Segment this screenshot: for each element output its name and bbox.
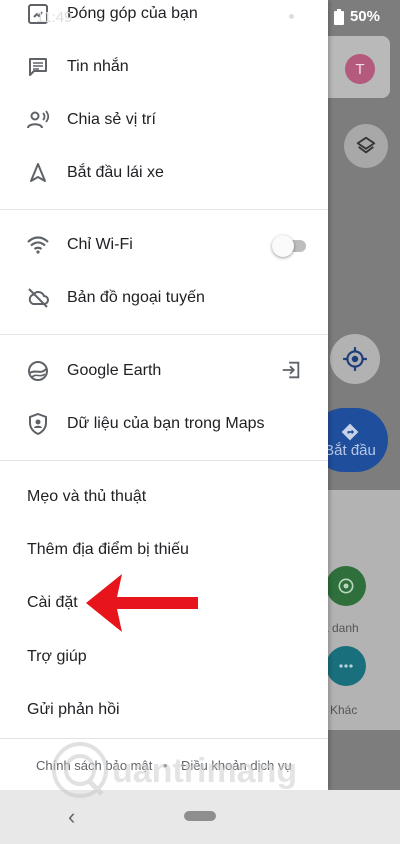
wifi-icon	[27, 236, 49, 254]
drawer-item-start-driving[interactable]: Bắt đầu lái xe	[0, 149, 328, 197]
status-right-group: 50%	[288, 8, 380, 25]
system-nav-bar: ‹	[0, 790, 400, 844]
battery-level: 50%	[349, 8, 380, 25]
directions-icon	[341, 423, 359, 440]
drawer-item-feedback[interactable]: Gửi phản hồi	[0, 686, 328, 734]
drawer-item-label: Cài đặt	[27, 594, 78, 611]
drawer-item-google-earth[interactable]: Google Earth	[0, 347, 328, 395]
more-label: Khác	[330, 703, 358, 717]
drawer-item-location-sharing[interactable]: Chia sẻ vị trí	[0, 96, 328, 144]
divider	[0, 460, 328, 461]
avatar[interactable]: T	[345, 54, 375, 84]
back-icon[interactable]: ‹	[68, 804, 75, 830]
divider	[0, 738, 328, 739]
toggle-thumb	[272, 235, 294, 257]
divider	[0, 334, 328, 335]
battery-icon	[333, 8, 344, 25]
divider	[0, 209, 328, 210]
drawer-item-tips[interactable]: Mẹo và thủ thuật	[0, 473, 328, 521]
wifi-signal-icon	[310, 10, 328, 23]
drawer-item-label: Thêm địa điểm bị thiếu	[27, 541, 189, 558]
more-icon	[339, 664, 353, 668]
drawer-item-offline-maps[interactable]: Bản đồ ngoại tuyến	[0, 274, 328, 322]
message-icon	[29, 58, 47, 76]
drawer-item-label: Tin nhắn	[67, 58, 129, 75]
my-location-button[interactable]	[330, 334, 380, 384]
drawer-item-messages[interactable]: Tin nhắn	[0, 43, 328, 91]
shield-person-icon	[29, 412, 47, 436]
drawer-footer: Chính sách bảo mật • Điều khoản dịch vụ	[0, 740, 328, 790]
location-share-icon	[27, 110, 50, 129]
annotation-arrow	[86, 574, 198, 632]
footer-separator: •	[163, 758, 168, 773]
home-pill[interactable]	[184, 811, 216, 821]
drawer-item-wifi-only[interactable]: Chỉ Wi-Fi	[0, 221, 328, 269]
terms-of-service-link[interactable]: Điều khoản dịch vụ	[181, 758, 292, 773]
status-time: 11:49	[36, 9, 73, 26]
start-button-label: Bắt đầu	[324, 441, 376, 459]
more-button[interactable]	[326, 646, 366, 686]
layers-icon	[356, 136, 376, 154]
landmark-button[interactable]	[326, 566, 366, 606]
drawer-item-label: Bản đồ ngoại tuyến	[67, 289, 205, 306]
drawer-item-your-data[interactable]: Dữ liệu của bạn trong Maps	[0, 400, 328, 448]
navigation-icon	[30, 163, 46, 182]
notification-dot-icon	[288, 14, 294, 19]
drawer-item-label: Chia sẻ vị trí	[67, 111, 156, 128]
wifi-only-toggle[interactable]	[272, 235, 308, 257]
navigation-drawer: Đóng góp của bạn Tin nhắn Chia sẻ vị trí…	[0, 0, 328, 790]
drawer-item-label: Bắt đầu lái xe	[67, 164, 164, 181]
drawer-item-label: Dữ liệu của bạn trong Maps	[67, 415, 265, 432]
my-location-icon	[343, 347, 367, 371]
offline-maps-icon	[28, 288, 49, 308]
landmark-icon	[338, 578, 354, 594]
open-external-icon	[282, 361, 300, 379]
privacy-policy-link[interactable]: Chính sách bảo mật	[36, 758, 152, 773]
drawer-item-label: Mẹo và thủ thuật	[27, 488, 147, 505]
status-bar: 11:49 50%	[0, 0, 400, 34]
google-earth-icon	[28, 361, 48, 381]
drawer-item-label: Chỉ Wi-Fi	[67, 236, 133, 253]
layers-button[interactable]	[344, 124, 388, 168]
drawer-item-help[interactable]: Trợ giúp	[0, 633, 328, 681]
drawer-item-label: Gửi phản hồi	[27, 701, 120, 718]
drawer-item-label: Trợ giúp	[27, 648, 87, 665]
drawer-item-add-missing-place[interactable]: Thêm địa điểm bị thiếu	[0, 526, 328, 574]
drawer-item-label: Google Earth	[67, 362, 162, 379]
